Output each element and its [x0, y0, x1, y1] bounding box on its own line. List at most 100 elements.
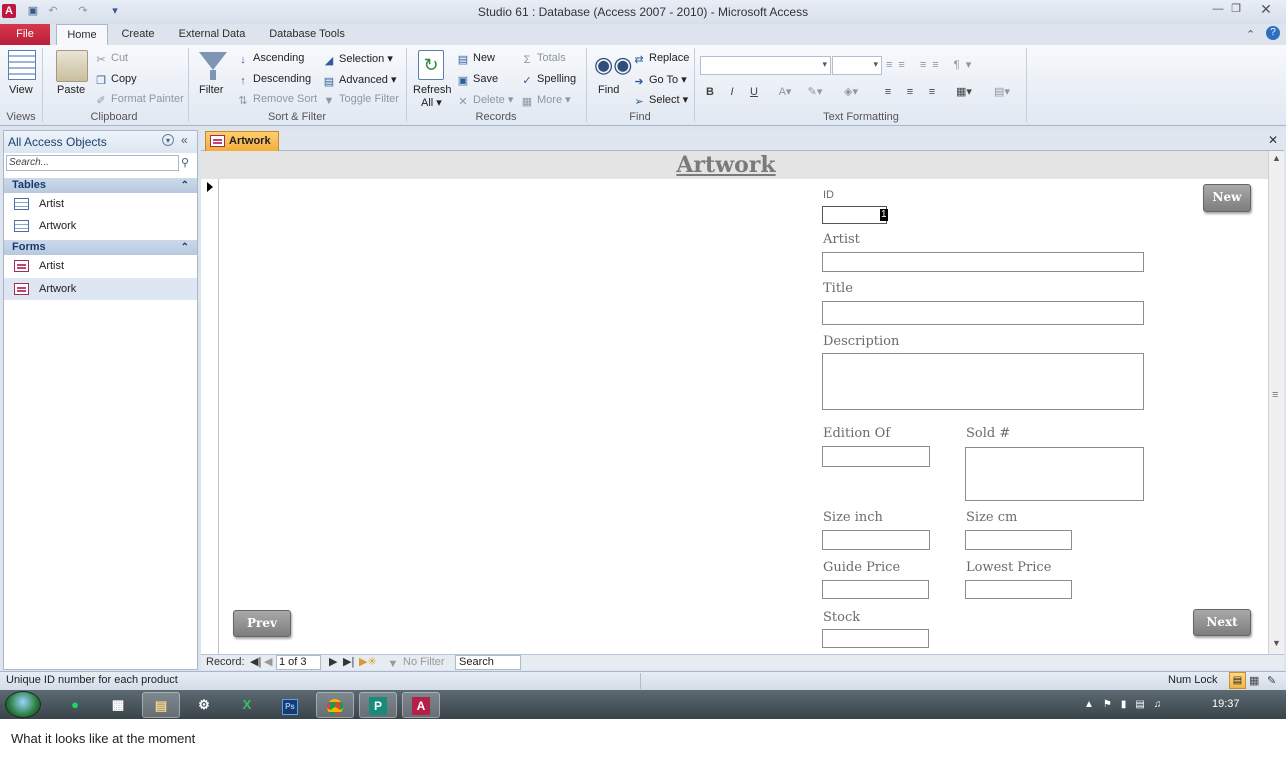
- size-inch-field[interactable]: [822, 530, 930, 550]
- guide-price-field[interactable]: [822, 580, 929, 599]
- search-icon[interactable]: ⚲: [181, 156, 189, 169]
- current-record-input[interactable]: 1 of 3: [276, 655, 321, 670]
- filter-button[interactable]: Filter: [199, 84, 223, 96]
- collapse-section-icon[interactable]: ⌃: [181, 178, 189, 193]
- minimize-ribbon-icon[interactable]: ⌃: [1246, 28, 1255, 41]
- excel-icon[interactable]: X: [228, 692, 266, 718]
- first-record-icon[interactable]: ◀|: [250, 655, 261, 669]
- toggle-filter-button[interactable]: ▼ Toggle Filter: [322, 93, 399, 108]
- id-field[interactable]: 1: [822, 206, 888, 224]
- collapse-section-icon[interactable]: ⌃: [181, 240, 189, 255]
- view-icon[interactable]: [8, 50, 36, 80]
- spelling-button[interactable]: ✓ Spelling: [520, 73, 576, 88]
- font-color-icon[interactable]: A▾: [776, 84, 794, 100]
- form-view-icon[interactable]: ▤: [1229, 672, 1246, 689]
- nav-menu-chevron-icon[interactable]: ▾: [162, 134, 174, 146]
- artist-field[interactable]: [822, 252, 1144, 272]
- publisher-icon[interactable]: P: [359, 692, 397, 718]
- descending-button[interactable]: ↑ Descending: [236, 73, 311, 88]
- save-record-button[interactable]: ▣ Save: [456, 73, 498, 88]
- new-blank-record-icon[interactable]: ▶✳: [359, 655, 377, 669]
- record-selector[interactable]: [201, 179, 219, 654]
- nav-section-tables[interactable]: Tables ⌃: [4, 178, 197, 193]
- gridlines-icon[interactable]: ▦▾: [955, 84, 973, 100]
- document-tab-artwork[interactable]: Artwork: [205, 131, 279, 151]
- filter-indicator[interactable]: ▼ No Filter: [386, 655, 445, 671]
- description-field[interactable]: [822, 353, 1144, 410]
- last-record-icon[interactable]: ▶|: [343, 655, 354, 669]
- go-to-dropdown[interactable]: ➜ Go To ▾: [632, 73, 686, 89]
- refresh-all-button[interactable]: Refresh: [413, 84, 452, 96]
- list-format-icons[interactable]: ≡≡ ≡≡ ¶▾: [886, 58, 977, 71]
- more-dropdown[interactable]: ▦ More ▾: [520, 93, 571, 109]
- layout-view-icon[interactable]: ▦: [1249, 674, 1259, 687]
- fill-color-icon[interactable]: ◈▾: [842, 84, 860, 100]
- stock-field[interactable]: [822, 629, 929, 648]
- edition-of-field[interactable]: [822, 446, 930, 467]
- underline-icon[interactable]: U: [745, 84, 763, 100]
- replace-button[interactable]: ⇄ Replace: [632, 52, 689, 67]
- align-left-icon[interactable]: ≡: [879, 84, 897, 100]
- font-size-combo[interactable]: ▾: [832, 56, 882, 75]
- filter-funnel-icon[interactable]: [199, 52, 227, 70]
- close-window-icon[interactable]: ✕: [1258, 2, 1274, 16]
- calculator-icon[interactable]: ▦: [99, 692, 137, 718]
- paste-icon[interactable]: [56, 50, 88, 82]
- select-dropdown[interactable]: ➢ Select ▾: [632, 93, 688, 109]
- cut-button[interactable]: ✂ Cut: [94, 52, 128, 67]
- tab-database-tools[interactable]: Database Tools: [262, 24, 352, 45]
- start-button-icon[interactable]: [5, 691, 41, 718]
- new-button[interactable]: New: [1203, 184, 1251, 212]
- system-tray-icons[interactable]: ▲⚑▮▤♫: [1084, 699, 1170, 710]
- next-record-icon[interactable]: ▶: [329, 655, 337, 669]
- nav-item-table-artist[interactable]: Artist: [4, 193, 197, 215]
- explorer-icon[interactable]: ▤: [142, 692, 180, 718]
- nav-item-table-artwork[interactable]: Artwork: [4, 215, 197, 237]
- taskbar-clock[interactable]: 19:37: [1212, 698, 1240, 710]
- minimize-icon[interactable]: —: [1210, 2, 1226, 16]
- nav-section-forms[interactable]: Forms ⌃: [4, 240, 197, 255]
- vertical-scrollbar[interactable]: ▲ ≡ ▼: [1268, 151, 1284, 654]
- lowest-price-field[interactable]: [965, 580, 1072, 599]
- nav-search-input[interactable]: Search...: [6, 155, 179, 171]
- sold-field[interactable]: [965, 447, 1144, 501]
- font-name-combo[interactable]: ▾: [700, 56, 831, 75]
- spotify-icon[interactable]: ●: [56, 692, 94, 718]
- tab-home[interactable]: Home: [56, 24, 108, 45]
- binoculars-icon[interactable]: ◉◉: [594, 52, 632, 78]
- access-icon[interactable]: A: [402, 692, 440, 718]
- align-right-icon[interactable]: ≡: [923, 84, 941, 100]
- nav-item-form-artist[interactable]: Artist: [4, 255, 197, 277]
- format-painter-button[interactable]: ✐ Format Painter: [94, 93, 183, 108]
- design-view-icon[interactable]: ✎: [1267, 674, 1276, 687]
- remove-sort-button[interactable]: ⇅ Remove Sort: [236, 93, 317, 108]
- totals-button[interactable]: Σ Totals: [520, 52, 566, 67]
- tab-create[interactable]: Create: [114, 24, 162, 45]
- scroll-thumb-grip-icon[interactable]: ≡: [1272, 389, 1278, 401]
- steam-icon[interactable]: ⚙: [185, 692, 223, 718]
- find-button[interactable]: Find: [598, 84, 619, 96]
- selection-dropdown[interactable]: ◢ Selection ▾: [322, 52, 393, 68]
- scroll-down-icon[interactable]: ▼: [1272, 638, 1281, 648]
- close-document-icon[interactable]: ✕: [1268, 133, 1278, 147]
- previous-record-icon[interactable]: ◀: [264, 655, 272, 669]
- ascending-button[interactable]: ↓ Ascending: [236, 52, 304, 67]
- record-search-input[interactable]: Search: [455, 655, 521, 670]
- chrome-icon[interactable]: [316, 692, 354, 718]
- prev-button[interactable]: Prev: [233, 610, 291, 637]
- refresh-all-sub[interactable]: All ▾: [421, 96, 442, 109]
- view-button[interactable]: View: [9, 84, 33, 96]
- scroll-up-icon[interactable]: ▲: [1272, 153, 1281, 163]
- nav-pane-header[interactable]: All Access Objects ▾ «: [4, 131, 197, 153]
- next-button[interactable]: Next: [1193, 609, 1251, 636]
- tab-file[interactable]: File: [0, 24, 50, 45]
- title-field[interactable]: [822, 301, 1144, 325]
- refresh-icon[interactable]: ↻: [418, 50, 444, 80]
- restore-icon[interactable]: ❐: [1228, 2, 1244, 16]
- align-center-icon[interactable]: ≡: [901, 84, 919, 100]
- italic-icon[interactable]: I: [723, 84, 741, 100]
- bold-icon[interactable]: B: [701, 84, 719, 100]
- highlight-icon[interactable]: ✎▾: [806, 84, 824, 100]
- nav-item-form-artwork[interactable]: Artwork: [4, 278, 197, 300]
- copy-button[interactable]: ❐ Copy: [94, 73, 137, 88]
